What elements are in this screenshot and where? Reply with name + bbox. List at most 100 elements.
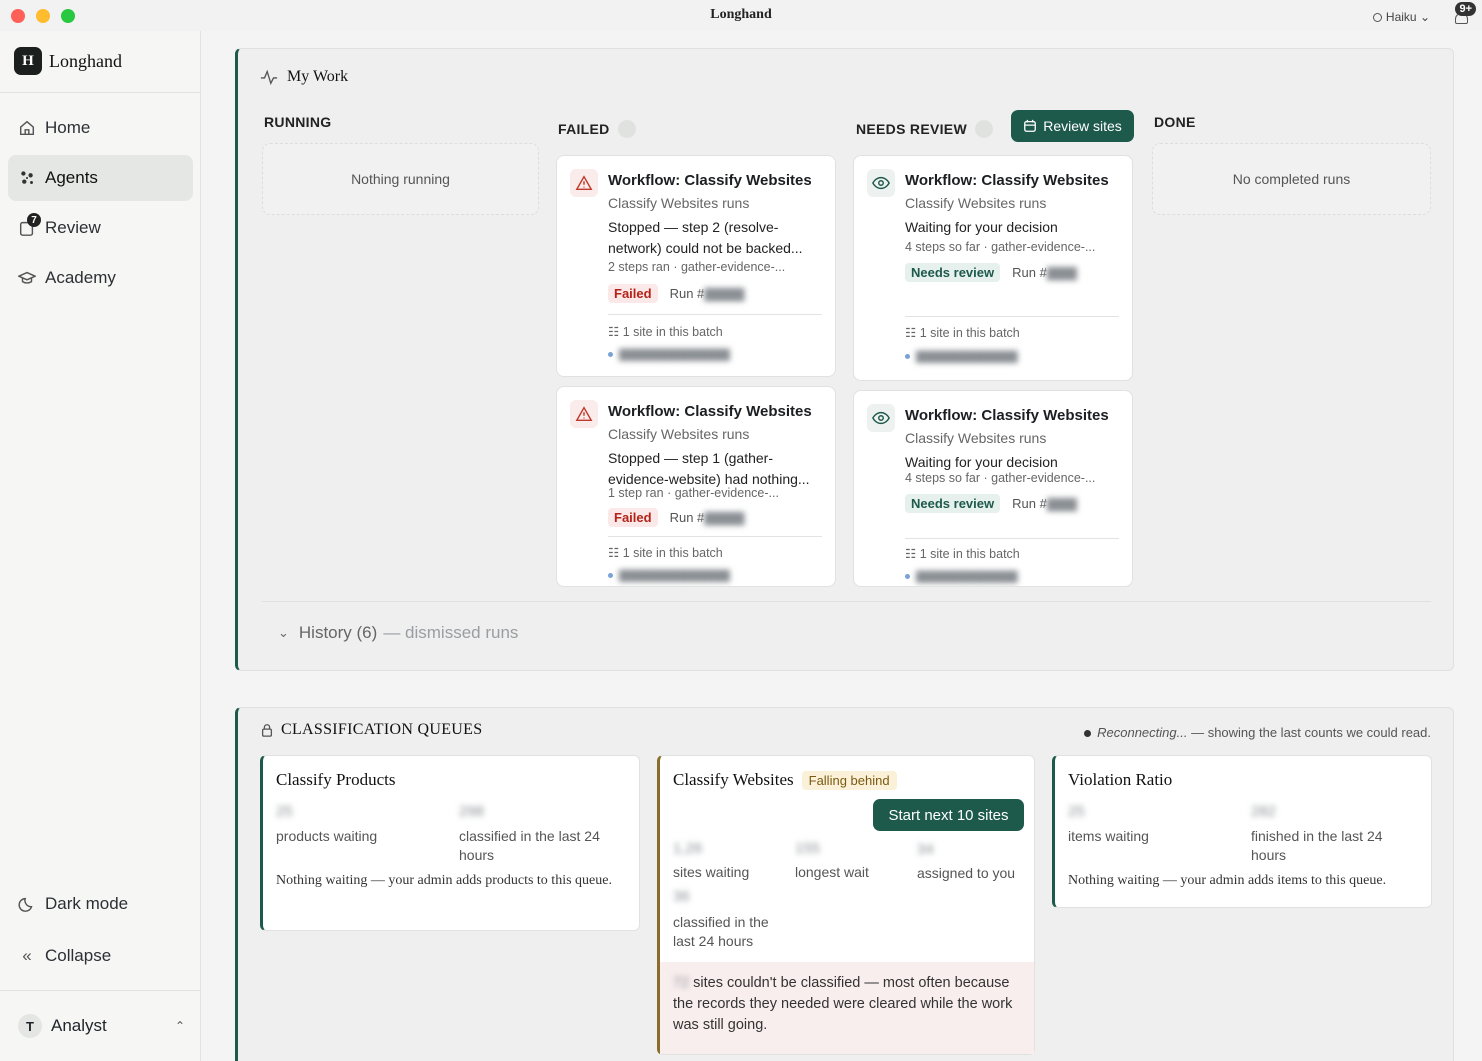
sites-classified-label: classified in the last 24 hours bbox=[673, 914, 769, 949]
user-menu[interactable]: T Analyst ⌃ bbox=[0, 991, 201, 1061]
card-divider bbox=[608, 314, 822, 315]
done-empty-state: No completed runs bbox=[1152, 143, 1431, 215]
user-name: Analyst bbox=[51, 1016, 107, 1035]
list-icon: ☷ bbox=[905, 326, 920, 340]
card-site: ▇▇▇▇▇▇▇▇▇▇▇▇ bbox=[608, 347, 730, 361]
my-work-panel: My Work RUNNING FAILED NEEDS REVIEW Revi… bbox=[235, 48, 1454, 671]
eye-icon bbox=[867, 404, 895, 432]
items-waiting-count: 25 bbox=[1068, 803, 1085, 820]
card-tags: Failed Run # ▇▇▇▇ bbox=[608, 284, 744, 303]
queue-card-websites: Classify Websites Falling behind Start ne… bbox=[657, 755, 1035, 1055]
notifications-button[interactable]: 9+ bbox=[1450, 2, 1476, 26]
card-meta: 2 steps ran · gather-evidence-... bbox=[608, 260, 786, 274]
sites-classified-count: 36 bbox=[673, 888, 690, 905]
card-meta: 1 step ran · gather-evidence-... bbox=[608, 486, 779, 500]
sites-waiting-count: 1,26 bbox=[673, 840, 703, 857]
failed-run-card[interactable]: Workflow: Classify Websites Classify Web… bbox=[556, 386, 836, 587]
sidebar-item-label: Academy bbox=[45, 268, 116, 287]
calendar-icon bbox=[1024, 119, 1037, 132]
list-icon: ☷ bbox=[905, 547, 920, 561]
model-label: Haiku bbox=[1385, 10, 1417, 24]
column-review-header: NEEDS REVIEW bbox=[856, 120, 993, 138]
card-divider bbox=[608, 536, 822, 537]
sidebar: H Longhand Home Agents 7 Review Academy … bbox=[0, 31, 201, 1061]
column-done-header: DONE bbox=[1154, 114, 1196, 130]
chevron-down-icon: ⌄ bbox=[278, 625, 289, 640]
sidebar-item-label: Home bbox=[45, 118, 91, 137]
run-id-redacted: ▇▇▇ bbox=[1046, 264, 1077, 280]
products-waiting-count: 25 bbox=[276, 803, 293, 820]
collapse-label: Collapse bbox=[45, 946, 112, 965]
connection-status: Reconnecting... — showing the last count… bbox=[1084, 725, 1431, 740]
batch-label: 1 site in this batch bbox=[919, 547, 1020, 561]
status-badge: Needs review bbox=[905, 494, 1001, 513]
products-waiting-label: products waiting bbox=[276, 828, 378, 844]
card-batch: ☷ 1 site in this batch bbox=[905, 546, 1020, 561]
sidebar-item-home[interactable]: Home bbox=[8, 105, 193, 151]
chevron-up-icon: ⌃ bbox=[174, 1019, 185, 1033]
review-run-card[interactable]: Workflow: Classify Websites Classify Web… bbox=[853, 155, 1133, 381]
site-redacted: ▇▇▇▇▇▇▇▇▇▇▇ bbox=[916, 569, 1018, 583]
collapse-sidebar-button[interactable]: « Collapse bbox=[8, 933, 193, 979]
sidebar-item-academy[interactable]: Academy bbox=[8, 255, 193, 301]
batch-label: 1 site in this batch bbox=[919, 326, 1020, 340]
column-label: NEEDS REVIEW bbox=[856, 121, 967, 137]
sites-waiting-label: sites waiting bbox=[673, 864, 750, 880]
my-work-title-text: My Work bbox=[287, 68, 349, 85]
site-dot bbox=[905, 573, 910, 579]
my-work-title: My Work bbox=[260, 68, 348, 86]
card-subtitle: Classify Websites runs bbox=[905, 195, 1047, 211]
falling-behind-badge: Falling behind bbox=[801, 771, 897, 790]
failed-run-card[interactable]: Workflow: Classify Websites Classify Web… bbox=[556, 155, 836, 377]
card-description: Waiting for your decision bbox=[905, 219, 1058, 235]
column-failed-header: FAILED bbox=[558, 120, 636, 138]
site-dot bbox=[608, 351, 613, 357]
sidebar-item-label: Agents bbox=[45, 168, 98, 187]
site-redacted: ▇▇▇▇▇▇▇▇▇▇▇▇ bbox=[619, 347, 730, 361]
agents-icon bbox=[18, 169, 36, 187]
queue-title-text: Classify Websites bbox=[673, 770, 794, 789]
history-toggle[interactable]: ⌄ History (6) — dismissed runs bbox=[278, 623, 518, 643]
review-icon: 7 bbox=[18, 213, 41, 237]
dark-mode-label: Dark mode bbox=[45, 894, 129, 913]
violation-note: Nothing waiting — your admin adds items … bbox=[1068, 873, 1387, 888]
review-run-card[interactable]: Workflow: Classify Websites Classify Web… bbox=[853, 390, 1133, 587]
items-finished-count: 282 bbox=[1251, 803, 1277, 820]
chevron-down-icon: ⌄ bbox=[1419, 10, 1430, 24]
card-tags: Needs review Run # ▇▇▇ bbox=[905, 494, 1077, 513]
model-selector[interactable]: Haiku ⌄ bbox=[1372, 10, 1430, 24]
moon-icon bbox=[18, 895, 36, 913]
card-subtitle: Classify Websites runs bbox=[608, 426, 750, 442]
card-description: Waiting for your decision bbox=[905, 454, 1058, 470]
sidebar-item-agents[interactable]: Agents bbox=[8, 155, 193, 201]
home-icon bbox=[18, 119, 36, 137]
products-classified-label: classified in the last 24 hours bbox=[459, 828, 600, 863]
card-description: Stopped — step 2 (resolve-network) could… bbox=[608, 219, 803, 256]
card-title: Workflow: Classify Websites bbox=[608, 403, 812, 420]
card-subtitle: Classify Websites runs bbox=[608, 195, 750, 211]
history-divider bbox=[262, 601, 1431, 602]
error-banner: 72 sites couldn't be classified — most o… bbox=[660, 962, 1034, 1054]
products-classified-count: 298 bbox=[459, 803, 485, 820]
site-dot bbox=[608, 572, 613, 578]
run-id-redacted: ▇▇▇ bbox=[1046, 495, 1077, 511]
card-title: Workflow: Classify Websites bbox=[905, 172, 1109, 189]
brand[interactable]: H Longhand bbox=[14, 47, 122, 75]
card-title: Workflow: Classify Websites bbox=[905, 407, 1109, 424]
classification-queues-panel: CLASSIFICATION QUEUES Reconnecting... — … bbox=[235, 707, 1454, 1061]
card-site: ▇▇▇▇▇▇▇▇▇▇▇ bbox=[905, 569, 1018, 583]
dark-mode-toggle[interactable]: Dark mode bbox=[8, 881, 193, 927]
card-batch: ☷ 1 site in this batch bbox=[608, 324, 723, 339]
warning-icon bbox=[570, 169, 598, 197]
start-next-sites-button[interactable]: Start next 10 sites bbox=[873, 799, 1024, 831]
list-icon: ☷ bbox=[608, 325, 623, 339]
queue-title: Violation Ratio bbox=[1068, 770, 1173, 789]
queue-card-violation: Violation Ratio 25 items waiting 282 fin… bbox=[1052, 755, 1432, 908]
card-title: Workflow: Classify Websites bbox=[608, 172, 812, 189]
history-label: History (6) bbox=[298, 623, 378, 642]
card-site: ▇▇▇▇▇▇▇▇▇▇▇▇ bbox=[608, 568, 730, 582]
sidebar-item-review[interactable]: 7 Review bbox=[8, 205, 193, 251]
review-sites-button[interactable]: Review sites bbox=[1011, 110, 1134, 142]
model-icon bbox=[1372, 13, 1382, 22]
error-count: 72 bbox=[673, 975, 690, 991]
